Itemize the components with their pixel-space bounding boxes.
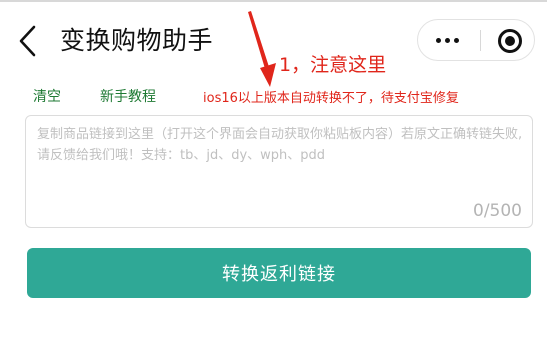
back-button[interactable] <box>14 24 44 58</box>
more-button[interactable] <box>418 20 476 60</box>
link-input[interactable] <box>37 124 523 194</box>
tutorial-link[interactable]: 新手教程 <box>100 86 156 106</box>
ios-notice: ios16以上版本自动转换不了，待支付宝修复 <box>203 91 459 106</box>
link-input-box: 0/500 <box>25 115 533 228</box>
char-counter: 0/500 <box>473 201 522 221</box>
page-title: 变换购物助手 <box>60 26 214 55</box>
toolbar: 清空 新手教程 ios16以上版本自动转换不了，待支付宝修复 <box>0 84 547 108</box>
chevron-left-icon <box>19 25 36 57</box>
annotation-text: 1，注意这里 <box>279 54 387 76</box>
clear-button[interactable]: 清空 <box>33 86 61 106</box>
mini-program-capsule <box>417 19 535 61</box>
close-button[interactable] <box>484 20 534 60</box>
capsule-divider <box>480 30 481 51</box>
convert-button[interactable]: 转换返利链接 <box>27 248 531 298</box>
annotation-arrow-icon <box>248 11 276 87</box>
